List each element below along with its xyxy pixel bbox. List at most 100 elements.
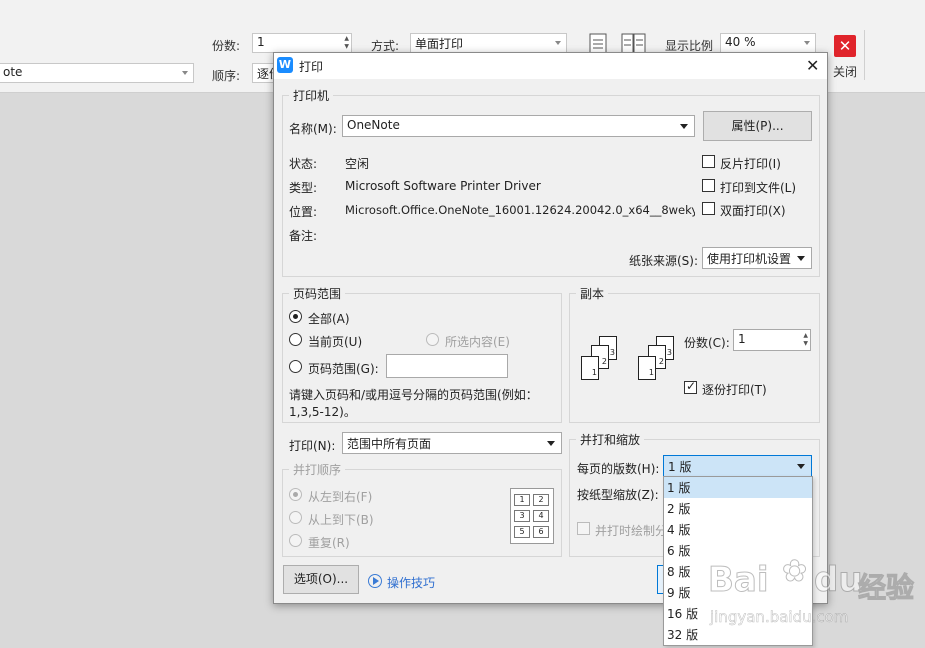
close-preview-button[interactable]: ✕ [834,35,856,57]
collate-illustration-2: 3 2 1 [636,336,680,386]
chevron-down-icon [555,41,561,45]
close-icon: ✕ [838,37,852,55]
range-selection-label: 所选内容(E) [445,335,510,349]
copies-count-input[interactable]: 1 ▲ ▼ [733,329,811,351]
dialog-title: 打印 [299,60,324,74]
zoom-group-title: 并打和缩放 [576,431,645,448]
mode-value: 单面打印 [415,37,464,51]
draw-borders-checkbox[interactable] [577,522,590,535]
order-ltr-radio[interactable] [289,488,302,501]
dropdown-item[interactable]: 1 版 [664,477,812,498]
collate-label: 逐份打印(T) [702,383,767,397]
print-to-file-label: 打印到文件(L) [720,181,797,195]
page-range-input[interactable] [386,354,508,378]
chevron-down-icon [182,71,188,75]
zoom-select[interactable]: 40 % [720,33,816,53]
range-hint: 请键入页码和/或用逗号分隔的页码范围(例如： [289,388,538,402]
type-value: Microsoft Software Printer Driver [345,179,541,193]
collate-checkbox[interactable] [684,379,697,394]
scale-to-paper-label: 按纸型缩放(Z): [577,488,659,502]
paper-source-label: 纸张来源(S): [629,254,699,268]
mode-select[interactable]: 单面打印 [410,33,567,53]
grid-cell: 2 [533,494,549,506]
copies-label: 份数: [212,39,241,53]
dropdown-item[interactable]: 4 版 [664,519,812,540]
zoom-value: 40 % [725,35,756,49]
order-value: 逐份 [257,67,273,81]
location-label: 位置: [289,205,318,219]
printer-group-title: 打印机 [289,87,334,104]
reverse-print-checkbox[interactable] [702,155,715,168]
copies-count-label: 份数(C): [684,336,730,350]
printer-name-value: OneNote [347,118,400,132]
chevron-down-icon [797,464,805,469]
range-pages-radio[interactable] [289,360,302,373]
status-label: 状态: [289,157,318,171]
collate-illustration-1: 3 2 1 [579,336,623,386]
copies-count-value: 1 [738,332,746,346]
close-preview-label: 关闭 [833,65,858,79]
paper-source-select[interactable]: 使用打印机设置 [702,247,812,269]
comment-label: 备注: [289,229,318,243]
range-pages-label: 页码范围(G): [308,362,379,376]
watermark-suffix: 经验 [857,571,915,605]
paw-icon: ✿ [781,554,808,590]
duplex-checkbox[interactable] [702,202,715,215]
chevron-down-icon [797,256,805,261]
grid-cell: 4 [533,510,549,522]
range-current-radio[interactable] [289,333,302,346]
order-select[interactable]: 逐份 [252,63,274,83]
chevron-down-icon [804,41,810,45]
close-icon[interactable]: ✕ [806,56,819,75]
pages-per-sheet-value: 1 版 [668,460,692,474]
status-value: 空闲 [345,157,370,171]
reverse-print-label: 反片打印(I) [720,157,781,171]
type-label: 类型: [289,181,318,195]
printer-select-value: ote [3,65,23,79]
print-to-file-checkbox[interactable] [702,179,715,192]
print-what-value: 范围中所有页面 [347,437,432,451]
location-value: Microsoft.Office.OneNote_16001.12624.200… [345,203,695,217]
print-what-select[interactable]: 范围中所有页面 [342,432,562,454]
printer-name-select[interactable]: OneNote [342,115,695,137]
spin-icon[interactable]: ▲ ▼ [344,35,349,51]
order-group-title: 并打顺序 [289,461,346,478]
order-label: 顺序: [212,69,241,83]
duplex-label: 双面打印(X) [720,204,786,218]
copies-input[interactable]: 1 ▲ ▼ [252,33,352,53]
grid-cell: 5 [514,526,530,538]
spin-icon[interactable]: ▲ ▼ [803,332,808,348]
dropdown-item[interactable]: 2 版 [664,498,812,519]
tips-link[interactable]: 操作技巧 [387,574,435,591]
properties-button[interactable]: 属性(P)... [703,111,812,141]
chevron-down-icon [547,441,555,446]
options-button[interactable]: 选项(O)... [283,565,359,594]
printer-name-label: 名称(M): [289,122,337,136]
range-all-radio[interactable] [289,310,302,323]
range-selection-radio[interactable] [426,333,439,346]
order-ttb-radio[interactable] [289,511,302,524]
copies-value: 1 [257,35,265,49]
range-current-label: 当前页(U) [308,335,363,349]
watermark-url: jingyan.baidu.com [710,608,849,627]
page-range-group-title: 页码范围 [289,285,346,302]
draw-borders-label: 并打时绘制分 [595,524,668,538]
range-hint-example: 1,3,5-12)。 [289,405,356,419]
pages-per-sheet-select[interactable]: 1 版 [663,455,812,477]
order-repeat-label: 重复(R) [308,536,350,550]
order-ttb-label: 从上到下(B) [308,513,374,527]
printer-select-bg[interactable]: ote [0,63,194,83]
chevron-down-icon [680,124,688,129]
app-logo-icon: W [277,57,293,73]
range-all-label: 全部(A) [308,312,350,326]
grid-cell: 6 [533,526,549,538]
play-icon[interactable] [368,574,382,588]
dialog-titlebar: W 打印 ✕ [274,53,827,79]
baidu-watermark: Bai ✿ du 经验 jingyan.baidu.com [708,540,923,645]
order-repeat-radio[interactable] [289,534,302,547]
copies-group-title: 副本 [576,285,609,302]
toolbar-divider [864,30,865,80]
order-preview-grid: 1 2 3 4 5 6 [510,488,554,544]
paper-source-value: 使用打印机设置 [707,252,792,266]
pages-per-sheet-label: 每页的版数(H): [577,462,660,476]
